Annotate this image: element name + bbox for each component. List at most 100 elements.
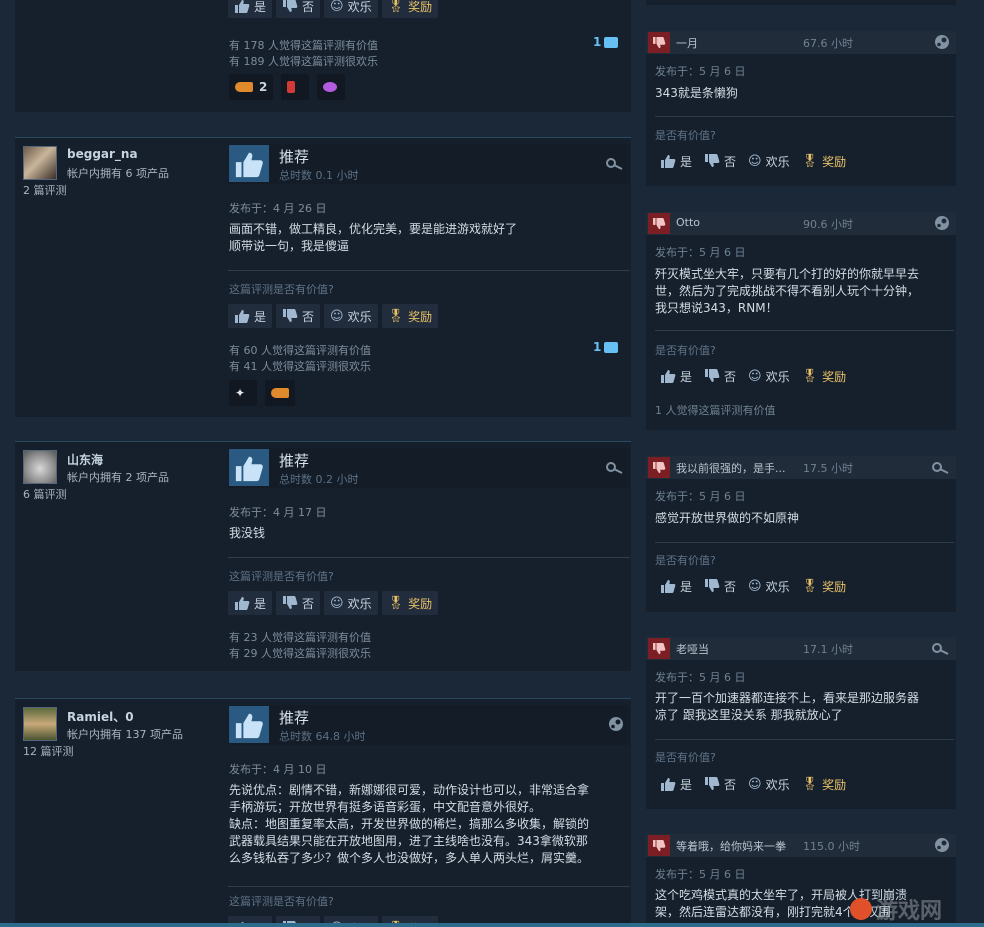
vote-no-button[interactable]: 否 [699, 574, 741, 598]
vote-funny-label: 欢乐 [347, 309, 372, 324]
award-chip[interactable] [317, 74, 346, 100]
watermark-logo: 游戏网 [849, 893, 942, 925]
award-chip[interactable] [265, 380, 295, 406]
review-line: 武器载具结果只能在开放地图用，进了主线啥也没有。343拿微软那 [229, 834, 588, 848]
review-line: 感觉开放世界做的不如原神 [655, 511, 800, 525]
vote-funny-button[interactable]: ☺欢乐 [743, 364, 795, 388]
helpful-question: 这篇评测是否有价值? [229, 895, 334, 908]
award-button[interactable]: 🎖奖励 [797, 574, 852, 598]
award-chip[interactable]: ✦ [229, 380, 257, 406]
review-line: 画面不错，做工精良，优化完美，要是能进游戏就好了 [229, 222, 518, 236]
author-name[interactable]: 山东海 [67, 451, 103, 468]
vote-yes-button[interactable]: 是 [655, 574, 697, 598]
avatar[interactable] [23, 707, 57, 741]
avatar[interactable] [23, 146, 57, 180]
vote-funny-button[interactable]: ☺欢乐 [324, 304, 378, 328]
right-review-header[interactable]: 等着哦，给你妈来一拳 115.0 小时 [646, 834, 956, 857]
smiley-icon: ☺ [330, 308, 344, 324]
vote-yes-button[interactable]: 是 [228, 591, 273, 615]
vote-buttons: 是 否 ☺欢乐 🎖奖励 [228, 304, 439, 328]
right-review-header[interactable]: 一月 67.6 小时 [646, 31, 956, 54]
award-button[interactable]: 🎖奖励 [797, 149, 852, 173]
vote-funny-button[interactable]: ☺欢乐 [743, 772, 795, 796]
award-button[interactable]: 🎖奖励 [797, 364, 852, 388]
review-line: 我没钱 [229, 526, 266, 540]
reviewer-name[interactable]: 一月 [676, 35, 698, 51]
vote-yes-label: 是 [680, 777, 693, 792]
review-card: Ramiel、0 帐户内拥有 137 项产品 12 篇评测 推荐 总时数 64.… [15, 698, 631, 927]
vote-no-button[interactable]: 否 [699, 364, 741, 388]
award-chip[interactable] [281, 74, 310, 100]
vote-funny-button[interactable]: ☺欢乐 [743, 574, 795, 598]
review-card: 山东海 帐户内拥有 2 项产品 6 篇评测 推荐 总时数 0.2 小时 发布于：… [15, 441, 631, 671]
reviewer-name[interactable]: 等着哦，给你妈来一拳 [676, 838, 786, 854]
vote-no-button[interactable]: 否 [276, 591, 321, 615]
vote-yes-button[interactable]: 是 [228, 0, 273, 18]
author-review-count[interactable]: 12 篇评测 [23, 743, 74, 759]
funny-stat: 有 41 人觉得这篇评测很欢乐 [229, 360, 371, 373]
review-verdict-header[interactable]: 推荐 总时数 0.1 小时 [228, 144, 630, 184]
divider [655, 542, 954, 543]
thumbs-down-icon [648, 32, 670, 53]
vote-no-label: 否 [302, 596, 315, 611]
award-button[interactable]: 🎖奖励 [381, 304, 439, 328]
vote-yes-button[interactable]: 是 [655, 772, 697, 796]
vote-no-label: 否 [724, 154, 737, 169]
vote-yes-button[interactable]: 是 [655, 364, 697, 388]
review-verdict-header[interactable]: 推荐 总时数 0.2 小时 [228, 448, 630, 488]
vote-funny-button[interactable]: ☺欢乐 [324, 591, 378, 615]
helpful-question: 是否有价值? [655, 344, 716, 357]
vote-funny-button[interactable]: ☺欢乐 [324, 0, 378, 18]
steam-icon [934, 34, 950, 54]
comment-count-link[interactable]: 1 [593, 35, 619, 49]
vote-no-button[interactable]: 否 [276, 304, 321, 328]
verdict-label: 推荐 [279, 148, 310, 166]
avatar[interactable] [23, 450, 57, 484]
funny-stat: 有 189 人觉得这篇评测很欢乐 [229, 55, 378, 68]
review-line: 343就是条懒狗 [655, 86, 738, 100]
hours-played: 17.5 小时 [803, 462, 853, 475]
smiley-icon: ☺ [748, 368, 762, 384]
right-review-header[interactable]: 我以前很强的，是手... 17.5 小时 [646, 456, 956, 479]
comment-count-link[interactable]: 1 [593, 340, 619, 354]
thumbs-down-icon [705, 369, 720, 382]
reviewer-name[interactable]: 我以前很强的，是手... [676, 460, 786, 476]
award-button[interactable]: 🎖奖励 [381, 0, 439, 18]
vote-yes-button[interactable]: 是 [655, 149, 697, 173]
right-review-header[interactable]: Otto 90.6 小时 [646, 212, 956, 235]
vote-buttons: 是 否 ☺欢乐 🎖奖励 [228, 0, 439, 18]
award-medal-icon: 🎖 [387, 595, 405, 611]
thumbs-down-icon [705, 777, 720, 790]
vote-no-button[interactable]: 否 [276, 0, 321, 18]
author-review-count[interactable]: 2 篇评测 [23, 182, 67, 198]
author-review-count[interactable]: 6 篇评测 [23, 486, 67, 502]
vote-yes-button[interactable]: 是 [228, 304, 273, 328]
award-count: 2 [259, 80, 268, 94]
vote-no-label: 否 [724, 369, 737, 384]
reviewer-name[interactable]: 老哑当 [676, 641, 709, 657]
right-review-header[interactable]: 老哑当 17.1 小时 [646, 637, 956, 660]
review-verdict-header[interactable]: 推荐 总时数 64.8 小时 [228, 705, 630, 745]
comment-count: 1 [593, 35, 602, 49]
vote-yes-label: 是 [254, 309, 267, 324]
key-icon [932, 640, 950, 659]
vote-funny-label: 欢乐 [765, 154, 790, 169]
award-chip[interactable]: 2 [229, 74, 274, 100]
award-button[interactable]: 🎖奖励 [797, 772, 852, 796]
right-review-card-top [646, 0, 956, 5]
review-line: 歼灭模式坐大牢，只要有几个打的好的你就早早去 [655, 267, 920, 281]
reviewer-name[interactable]: Otto [676, 216, 700, 229]
thumbs-down-icon [648, 457, 670, 478]
review-content: 343就是条懒狗 [655, 85, 947, 102]
author-name[interactable]: beggar_na [67, 147, 138, 161]
vote-no-button[interactable]: 否 [699, 149, 741, 173]
award-label: 奖励 [408, 596, 433, 611]
vote-no-button[interactable]: 否 [699, 772, 741, 796]
award-button[interactable]: 🎖奖励 [381, 591, 439, 615]
review-card-top: 是 否 ☺ 欢乐 🎖 奖励 有 178 人觉得这篇评测有价值 有 189 人觉得这篇… [15, 0, 631, 112]
vote-no-label: 否 [302, 309, 315, 324]
author-name[interactable]: Ramiel、0 [67, 708, 134, 725]
vote-funny-button[interactable]: ☺欢乐 [743, 149, 795, 173]
red-award-icon [287, 81, 296, 93]
review-line: 么多钱私吞了多少？做个多人也没做好，多人单人两头烂，屑实羹。 [229, 851, 590, 865]
